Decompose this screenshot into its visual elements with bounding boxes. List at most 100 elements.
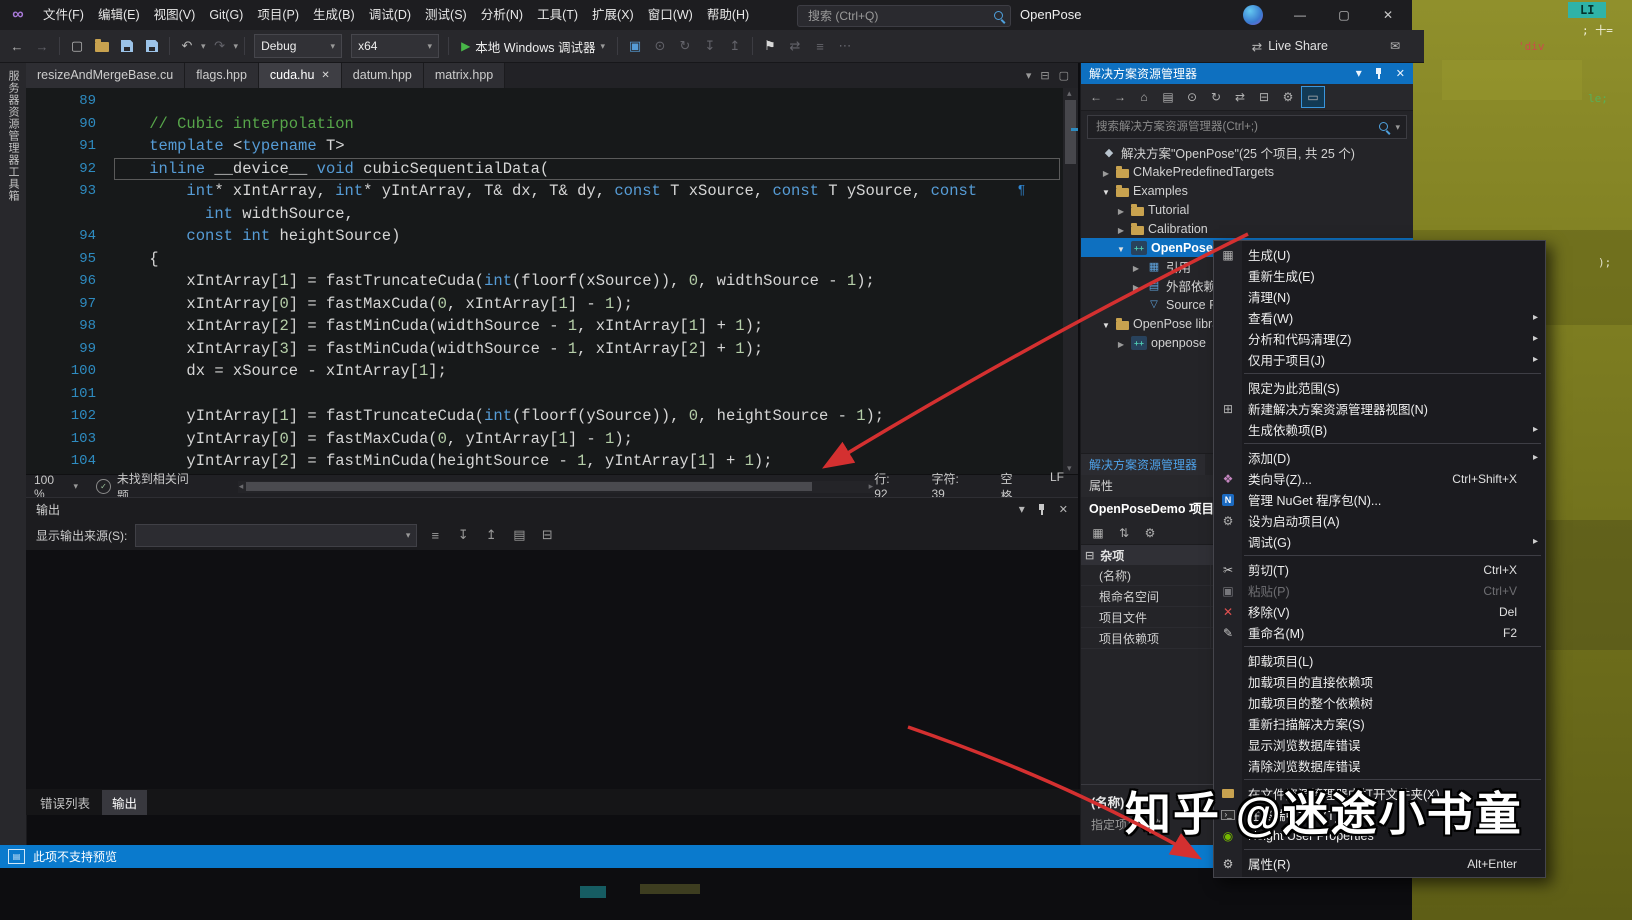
- chevron-expanded-icon[interactable]: [1100, 184, 1112, 198]
- property-pages-icon[interactable]: [1139, 523, 1161, 543]
- editor-tab[interactable]: cuda.hu✕: [259, 62, 342, 88]
- context-menu-item[interactable]: 仅用于项目(J)▸: [1214, 349, 1545, 370]
- editor-tab[interactable]: flags.hpp: [185, 62, 259, 88]
- output-content[interactable]: [26, 550, 1078, 789]
- context-menu-item[interactable]: 查看(W)▸: [1214, 307, 1545, 328]
- menu-item[interactable]: 扩展(X): [585, 0, 641, 30]
- attach-to-process-icon[interactable]: [624, 34, 646, 58]
- code-editor[interactable]: 8990 // Cubic interpolation91 template <…: [26, 88, 1078, 474]
- chevron-collapsed-icon[interactable]: [1130, 260, 1142, 274]
- context-menu-item[interactable]: 分析和代码清理(Z)▸: [1214, 328, 1545, 349]
- sync-with-active-document-icon[interactable]: [1181, 87, 1203, 107]
- vertical-scrollbar[interactable]: [1063, 88, 1078, 474]
- context-menu-item[interactable]: 生成(U): [1214, 244, 1545, 265]
- editor-tab[interactable]: resizeAndMergeBase.cu: [26, 62, 185, 88]
- bottom-tab[interactable]: 输出: [102, 790, 147, 815]
- pin-icon[interactable]: [1037, 503, 1047, 516]
- code-line[interactable]: 100 dx = xSource - xIntArray[1];: [26, 360, 1062, 383]
- scrollbar-thumb[interactable]: [246, 482, 812, 491]
- step-into-icon[interactable]: [699, 34, 721, 58]
- editor-tab[interactable]: matrix.hpp: [424, 62, 505, 88]
- context-menu-item[interactable]: 清理(N): [1214, 286, 1545, 307]
- start-debugging-button[interactable]: 本地 Windows 调试器 ▾: [455, 37, 611, 56]
- solution-explorer-header[interactable]: 解决方案资源管理器: [1081, 62, 1413, 84]
- menu-item[interactable]: 帮助(H): [700, 0, 756, 30]
- collapse-all-icon[interactable]: [1253, 87, 1275, 107]
- code-line[interactable]: 95 {: [26, 248, 1062, 271]
- save-icon[interactable]: [116, 34, 138, 58]
- menu-item[interactable]: Git(G): [202, 0, 250, 30]
- editor-tab[interactable]: datum.hpp: [342, 62, 424, 88]
- navigate-forward-icon[interactable]: [31, 34, 53, 58]
- navigate-backward-icon[interactable]: [6, 34, 28, 58]
- show-all-files-icon[interactable]: [1277, 87, 1299, 107]
- panel-tab[interactable]: 解决方案资源管理器: [1081, 454, 1205, 476]
- output-source-select[interactable]: ▾: [135, 524, 417, 547]
- live-share-button[interactable]: Live Share: [1252, 39, 1328, 54]
- save-all-icon[interactable]: [141, 34, 163, 58]
- menu-item[interactable]: 工具(T): [530, 0, 585, 30]
- context-menu-item[interactable]: 添加(D)▸: [1214, 447, 1545, 468]
- code-line[interactable]: 90 // Cubic interpolation: [26, 113, 1062, 136]
- solution-search-input[interactable]: [1094, 120, 1370, 134]
- quick-search-input[interactable]: [806, 8, 989, 24]
- more-options-icon[interactable]: [834, 34, 856, 58]
- bookmark-icon[interactable]: [759, 34, 781, 58]
- switch-views-icon[interactable]: [1157, 87, 1179, 107]
- tree-item[interactable]: CMakePredefinedTargets: [1081, 162, 1413, 181]
- undo-dropdown-icon[interactable]: ▾: [201, 41, 206, 52]
- context-menu-item[interactable]: 卸载项目(L): [1214, 650, 1545, 671]
- close-button[interactable]: [1366, 0, 1410, 30]
- menu-item[interactable]: 项目(P): [250, 0, 306, 30]
- code-line[interactable]: 101: [26, 383, 1062, 406]
- word-wrap-icon[interactable]: [425, 528, 445, 543]
- pending-changes-filter-icon[interactable]: [1229, 87, 1251, 107]
- back-icon[interactable]: [1085, 87, 1107, 107]
- code-line[interactable]: 89: [26, 90, 1062, 113]
- chevron-collapsed-icon[interactable]: [1115, 222, 1127, 236]
- menu-item[interactable]: 编辑(E): [91, 0, 147, 30]
- context-menu-item[interactable]: 清除浏览数据库错误: [1214, 755, 1545, 776]
- chevron-expanded-icon[interactable]: [1100, 317, 1112, 331]
- menu-item[interactable]: 窗口(W): [641, 0, 700, 30]
- tree-item[interactable]: Calibration: [1081, 219, 1413, 238]
- code-line[interactable]: 99 xIntArray[3] = fastMinCuda(widthSourc…: [26, 338, 1062, 361]
- code-line[interactable]: 94 const int heightSource): [26, 225, 1062, 248]
- context-menu-item[interactable]: 移除(V)Del: [1214, 601, 1545, 622]
- code-line[interactable]: 93 int* xIntArray, int* yIntArray, T& dx…: [26, 180, 1062, 203]
- menu-item[interactable]: 生成(B): [306, 0, 362, 30]
- alphabetical-icon[interactable]: [1113, 523, 1135, 543]
- chevron-collapsed-icon[interactable]: [1115, 203, 1127, 217]
- redo-dropdown-icon[interactable]: ▾: [234, 41, 239, 52]
- code-line[interactable]: 91 template <typename T>: [26, 135, 1062, 158]
- side-tab[interactable]: 工具箱: [5, 166, 21, 202]
- code-line[interactable]: 102 yIntArray[1] = fastTruncateCuda(int(…: [26, 405, 1062, 428]
- step-out-icon[interactable]: [724, 34, 746, 58]
- split-window-icon[interactable]: ▢: [1059, 69, 1069, 82]
- context-menu-item[interactable]: 设为启动项目(A): [1214, 510, 1545, 531]
- feedback-icon[interactable]: [1390, 39, 1400, 53]
- scroll-down-icon[interactable]: [453, 527, 473, 543]
- clear-output-icon[interactable]: [537, 527, 557, 543]
- quick-search-box[interactable]: [797, 5, 1011, 27]
- minimize-button[interactable]: [1278, 0, 1322, 30]
- context-menu-item[interactable]: 重命名(M)F2: [1214, 622, 1545, 643]
- context-menu-item[interactable]: 加载项目的整个依赖树: [1214, 692, 1545, 713]
- window-menu-icon[interactable]: [1356, 66, 1362, 80]
- chevron-collapsed-icon[interactable]: [1100, 165, 1112, 179]
- horizontal-scrollbar[interactable]: [238, 481, 874, 493]
- scrollbar-thumb[interactable]: [1065, 100, 1076, 164]
- context-menu-item[interactable]: 生成依赖项(B)▸: [1214, 419, 1545, 440]
- context-menu-item[interactable]: 新建解决方案资源管理器视图(N): [1214, 398, 1545, 419]
- home-icon[interactable]: [1133, 87, 1155, 107]
- context-menu-item[interactable]: 加载项目的直接依赖项: [1214, 671, 1545, 692]
- chevron-collapsed-icon[interactable]: [1130, 279, 1142, 293]
- open-folder-icon[interactable]: [91, 34, 113, 58]
- close-icon[interactable]: ✕: [321, 70, 329, 81]
- undo-icon[interactable]: [176, 34, 198, 58]
- close-icon[interactable]: [1059, 502, 1068, 516]
- break-all-icon[interactable]: [649, 34, 671, 58]
- context-menu-item[interactable]: 限定为此范围(S): [1214, 377, 1545, 398]
- context-menu-item[interactable]: 调试(G)▸: [1214, 531, 1545, 552]
- solution-platform-select[interactable]: x64▾: [351, 34, 439, 58]
